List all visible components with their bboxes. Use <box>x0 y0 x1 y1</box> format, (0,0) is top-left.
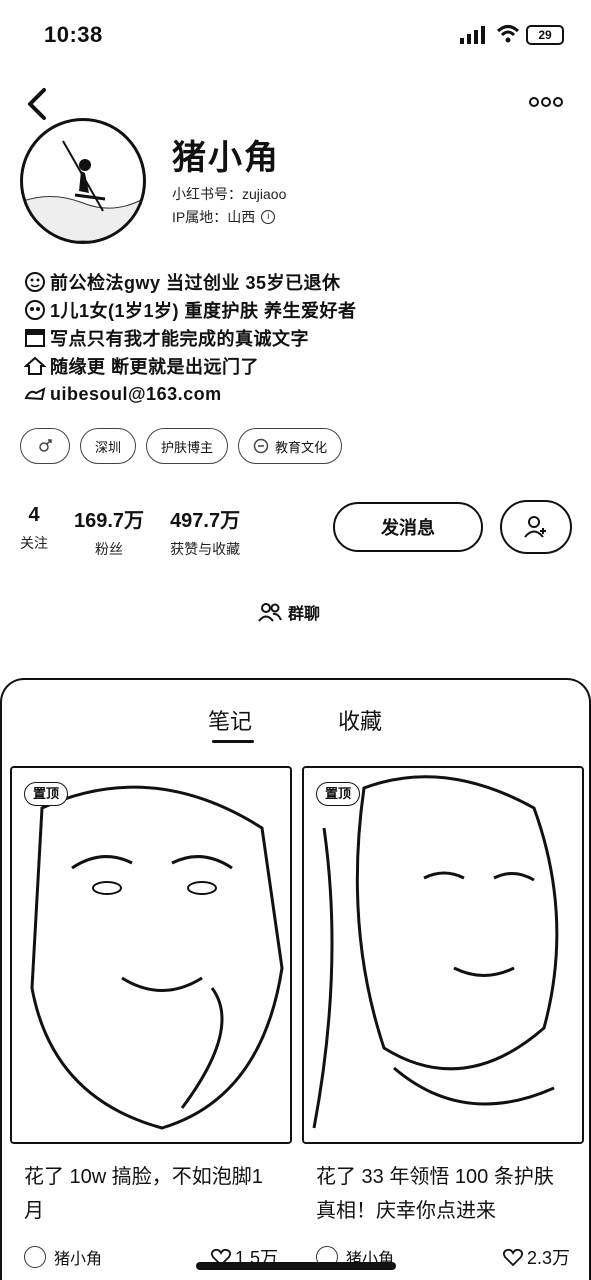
battery-indicator: 29 <box>526 25 564 45</box>
note-author[interactable]: 猪小角 <box>24 1245 102 1269</box>
cellular-signal-icon <box>460 26 485 44</box>
profile-ip-location: IP属地：山西 i <box>172 207 276 227</box>
tag-category[interactable]: 护肤博主 <box>146 428 229 464</box>
note-card[interactable]: 置顶 花了 10w 搞脸，不如泡脚1月 猪小角 1.5万 <box>10 766 292 1270</box>
bio-line: 写点只有我才能完成的真诚文字 <box>24 324 444 352</box>
note-cover-image[interactable]: 置顶 <box>302 766 584 1144</box>
avatar[interactable] <box>20 118 146 244</box>
status-time: 10:38 <box>44 22 103 47</box>
status-bar: 10:38 29 <box>0 0 591 70</box>
bio-text: 前公检法gwy 当过创业 35岁已退休 <box>50 273 341 293</box>
bio-text: uibesoul@163.com <box>50 383 222 404</box>
more-options-icon[interactable] <box>528 92 564 112</box>
badge-icon <box>253 438 269 454</box>
info-icon[interactable]: i <box>261 210 276 224</box>
active-tab-indicator <box>212 740 254 743</box>
bio-text: 随缘更 断更就是出远门了 <box>50 357 259 377</box>
wifi-icon <box>496 25 520 43</box>
emoji-mail-icon <box>24 387 46 401</box>
profile-tags: 深圳 护肤博主 教育文化 <box>20 428 343 464</box>
emoji-note-icon <box>25 329 45 347</box>
profile-red-id[interactable]: 小红书号：zujiaoo <box>172 184 286 204</box>
author-avatar <box>24 1246 46 1268</box>
follow-button[interactable] <box>500 500 572 554</box>
author-name: 猪小角 <box>54 1251 103 1268</box>
tag-label: 护肤博主 <box>161 439 214 455</box>
like-count: 2.3万 <box>526 1248 570 1268</box>
stat-label: 获赞与收藏 <box>170 541 241 557</box>
bio-line: 随缘更 断更就是出远门了 <box>24 352 444 380</box>
pinned-badge: 置顶 <box>316 782 361 806</box>
tag-label: 深圳 <box>95 439 122 455</box>
avatar-image <box>23 140 143 241</box>
stat-followers[interactable]: 169.7万 粉丝 <box>74 504 144 559</box>
note-title[interactable]: 花了 33 年领悟 100 条护肤真相！庆幸你点进来 <box>302 1160 584 1228</box>
tab-collections[interactable]: 收藏 <box>338 704 382 736</box>
stat-likes-collects[interactable]: 497.7万 获赞与收藏 <box>170 504 240 559</box>
note-likes[interactable]: 2.3万 <box>502 1244 570 1270</box>
group-chat-button[interactable]: 群聊 <box>258 600 320 624</box>
cover-photo <box>12 768 290 1142</box>
profile-nickname: 猪小角 <box>172 139 280 177</box>
cover-photo <box>304 768 582 1142</box>
bio-line: uibesoul@163.com <box>24 380 444 408</box>
bio-text: 写点只有我才能完成的真诚文字 <box>50 329 309 349</box>
home-indicator[interactable] <box>196 1262 396 1270</box>
group-chat-label: 群聊 <box>288 606 321 623</box>
send-message-button[interactable]: 发消息 <box>333 502 483 552</box>
back-icon[interactable] <box>22 86 52 122</box>
tab-notes[interactable]: 笔记 <box>208 704 252 736</box>
stat-value: 169.7万 <box>74 510 145 532</box>
pinned-badge: 置顶 <box>24 782 69 806</box>
profile-bio: 前公检法gwy 当过创业 35岁已退休 1儿1女(1岁1岁) 重度护肤 养生爱好… <box>24 268 444 408</box>
emoji-house-icon <box>24 356 46 375</box>
note-card[interactable]: 置顶 花了 33 年领悟 100 条护肤真相！庆幸你点进来 猪小角 2.3万 <box>302 766 584 1270</box>
gender-icon <box>39 439 52 452</box>
note-cover-image[interactable]: 置顶 <box>10 766 292 1144</box>
stat-label: 粉丝 <box>95 541 124 557</box>
stat-following[interactable]: 4 关注 <box>20 504 48 559</box>
emoji-face-icon <box>25 272 45 292</box>
tag-location[interactable]: 深圳 <box>80 428 137 464</box>
group-icon <box>258 603 282 622</box>
bio-text: 1儿1女(1岁1岁) 重度护肤 养生爱好者 <box>50 301 357 321</box>
stat-label: 关注 <box>20 535 48 551</box>
bio-line: 1儿1女(1岁1岁) 重度护肤 养生爱好者 <box>24 296 444 324</box>
content-sheet: 笔记 收藏 置顶 花了 10w 搞脸，不如泡脚1月 猪小角 1.5万 置顶 花了… <box>0 678 591 1280</box>
stat-value: 4 <box>28 504 40 526</box>
tag-label: 教育文化 <box>275 439 328 455</box>
profile-stats: 4 关注 169.7万 粉丝 497.7万 获赞与收藏 <box>20 504 266 559</box>
content-tabs: 笔记 收藏 <box>2 700 591 750</box>
stat-value: 497.7万 <box>170 510 241 532</box>
tag-gender[interactable] <box>20 428 70 464</box>
ip-location-text: IP属地：山西 <box>172 209 256 225</box>
tag-edu-culture[interactable]: 教育文化 <box>238 428 343 464</box>
bio-line: 前公检法gwy 当过创业 35岁已退休 <box>24 268 444 296</box>
note-title[interactable]: 花了 10w 搞脸，不如泡脚1月 <box>10 1160 292 1228</box>
add-user-icon <box>524 516 546 538</box>
heart-icon <box>502 1248 523 1266</box>
emoji-people-icon <box>25 300 45 320</box>
